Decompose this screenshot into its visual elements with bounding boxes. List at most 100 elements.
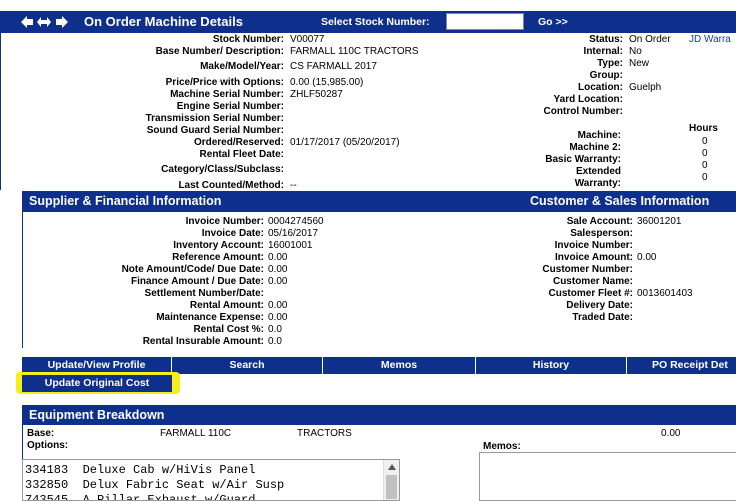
inventory-account-label: Inventory Account: [173, 240, 264, 251]
invoice-number-value: 0004274560 [268, 216, 324, 227]
internal-label: Internal: [583, 46, 623, 57]
go-button[interactable]: Go >> [538, 16, 568, 28]
salesperson-label: Salesperson: [570, 228, 633, 239]
scrollbar-thumb[interactable] [386, 475, 397, 499]
base-label: Base: [27, 428, 55, 439]
machine-serial-label: Machine Serial Number: [170, 89, 284, 100]
equipment-section-title: Equipment Breakdown [29, 408, 165, 422]
type-label: Type: [597, 58, 623, 69]
rental-cost-pct-label: Rental Cost %: [193, 324, 264, 335]
memos-textarea[interactable] [479, 452, 736, 501]
rental-insurable-label: Rental Insurable Amount: [142, 336, 264, 347]
sale-account-label: Sale Account: [566, 216, 633, 227]
forward-arrow-icon[interactable] [56, 16, 68, 28]
make-model-value: CS FARMALL 2017 [290, 61, 377, 72]
traded-date-label: Traded Date: [572, 312, 633, 323]
option-item[interactable]: 743545 A Pillar Exhaust w/Guard [25, 493, 255, 500]
back-arrow-icon[interactable] [21, 16, 33, 28]
stock-number-input[interactable] [446, 13, 524, 30]
ordered-reserved-label: Ordered/Reserved: [193, 137, 284, 148]
supplier-section-title: Supplier & Financial Information [29, 194, 222, 208]
customer-fleet-value: 0013601403 [637, 288, 693, 299]
base-desc-value: TRACTORS [297, 428, 352, 439]
transmission-serial-label: Transmission Serial Number: [145, 113, 284, 124]
maintenance-expense-label: Maintenance Expense: [156, 312, 264, 323]
option-item[interactable]: 334183 Deluxe Cab w/HiVis Panel [25, 463, 255, 477]
invoice-number-label: Invoice Number: [185, 216, 264, 227]
reference-amount-label: Reference Amount: [172, 252, 264, 263]
category-label: Category/Class/Subclass: [161, 164, 284, 175]
reference-amount-value: 0.00 [268, 252, 288, 263]
base-amount-value: 0.00 [661, 428, 681, 439]
inventory-account-value: 16001001 [268, 240, 313, 251]
make-model-label: Make/Model/Year: [200, 61, 284, 72]
header-bar: On Order Machine Details Select Stock Nu… [0, 11, 736, 33]
extended-warranty-label: Extended Warranty: [574, 166, 621, 189]
option-item[interactable]: 332850 Delux Fabric Seat w/Air Susp [25, 478, 284, 492]
settlement-number-label: Settlement Number/Date: [144, 288, 264, 299]
customer-fleet-label: Customer Fleet #: [548, 288, 633, 299]
search-button[interactable]: Search [172, 357, 323, 374]
status-value: On Order [629, 34, 671, 45]
rental-insurable-value: 0.0 [268, 336, 282, 347]
invoice-date-value: 05/16/2017 [268, 228, 319, 239]
page-title: On Order Machine Details [84, 14, 243, 29]
location-label: Location: [578, 82, 623, 93]
ordered-reserved-value: 01/17/2017 (05/20/2017) [290, 137, 400, 148]
scroll-up-icon[interactable] [388, 464, 396, 470]
maintenance-expense-value: 0.00 [268, 312, 288, 323]
basic-warranty-value: 0 [702, 160, 708, 171]
options-scrollbar[interactable] [383, 460, 399, 500]
memos-label: Memos: [483, 441, 521, 452]
machine-hours-value: 0 [702, 136, 708, 147]
extended-warranty-value: 0 [702, 172, 708, 183]
control-number-label: Control Number: [543, 106, 623, 117]
update-original-cost-button[interactable]: Update Original Cost [22, 375, 172, 392]
invoice-date-label: Invoice Date: [201, 228, 264, 239]
customer-section-title: Customer & Sales Information [530, 194, 710, 208]
finance-amount-value: 0.00 [268, 276, 288, 287]
rental-amount-label: Rental Amount: [189, 300, 264, 311]
machine2-hours-value: 0 [702, 148, 708, 159]
swap-icon[interactable] [37, 16, 51, 28]
engine-serial-label: Engine Serial Number: [176, 101, 284, 112]
base-number-label: Base Number/ Description: [155, 46, 284, 57]
rental-fleet-date-label: Rental Fleet Date: [199, 149, 284, 160]
base-number-value: FARMALL 110C TRACTORS [290, 46, 419, 57]
sale-account-value: 36001201 [637, 216, 682, 227]
history-button[interactable]: History [476, 357, 627, 374]
invoice-amount-value: 0.00 [637, 252, 657, 263]
invoice-amount-label: Invoice Amount: [555, 252, 633, 263]
customer-number-label: Customer Number: [542, 264, 633, 275]
rental-amount-value: 0.00 [268, 300, 288, 311]
memos-button[interactable]: Memos [323, 357, 476, 374]
machine-hours-label: Machine: [577, 130, 621, 141]
jd-warranty-link[interactable]: JD Warra [689, 34, 731, 45]
machine-serial-value: ZHLF50287 [290, 89, 343, 100]
select-stock-label: Select Stock Number: [321, 16, 430, 28]
price-label: Price/Price with Options: [165, 77, 284, 88]
machine2-hours-label: Machine 2: [569, 142, 621, 153]
price-value: 0.00 (15,985.00) [290, 77, 364, 88]
sound-guard-serial-label: Sound Guard Serial Number: [146, 125, 284, 136]
options-listbox[interactable]: 334183 Deluxe Cab w/HiVis Panel 332850 D… [22, 459, 400, 501]
type-value: New [629, 58, 650, 69]
location-value: Guelph [629, 82, 662, 93]
hours-header: Hours [689, 123, 718, 134]
group-label: Group: [589, 70, 623, 81]
status-label: Status: [589, 34, 623, 45]
stock-number-value: V00077 [290, 34, 325, 45]
po-receipt-button[interactable]: PO Receipt Det [627, 357, 736, 374]
section-bar-supplier-customer: Supplier & Financial Information Custome… [22, 191, 736, 212]
basic-warranty-label: Basic Warranty: [545, 154, 621, 165]
base-model-value: FARMALL 110C [160, 428, 232, 439]
last-counted-value: -- [290, 180, 297, 191]
finance-amount-label: Finance Amount / Due Date: [131, 276, 264, 287]
rental-cost-pct-value: 0.0 [268, 324, 282, 335]
yard-location-label: Yard Location: [553, 94, 623, 105]
internal-value: No [629, 46, 642, 57]
options-label: Options: [27, 440, 69, 451]
note-amount-value: 0.00 [268, 264, 288, 275]
stock-number-label: Stock Number: [212, 34, 284, 45]
equipment-section-bar: Equipment Breakdown [22, 405, 736, 425]
